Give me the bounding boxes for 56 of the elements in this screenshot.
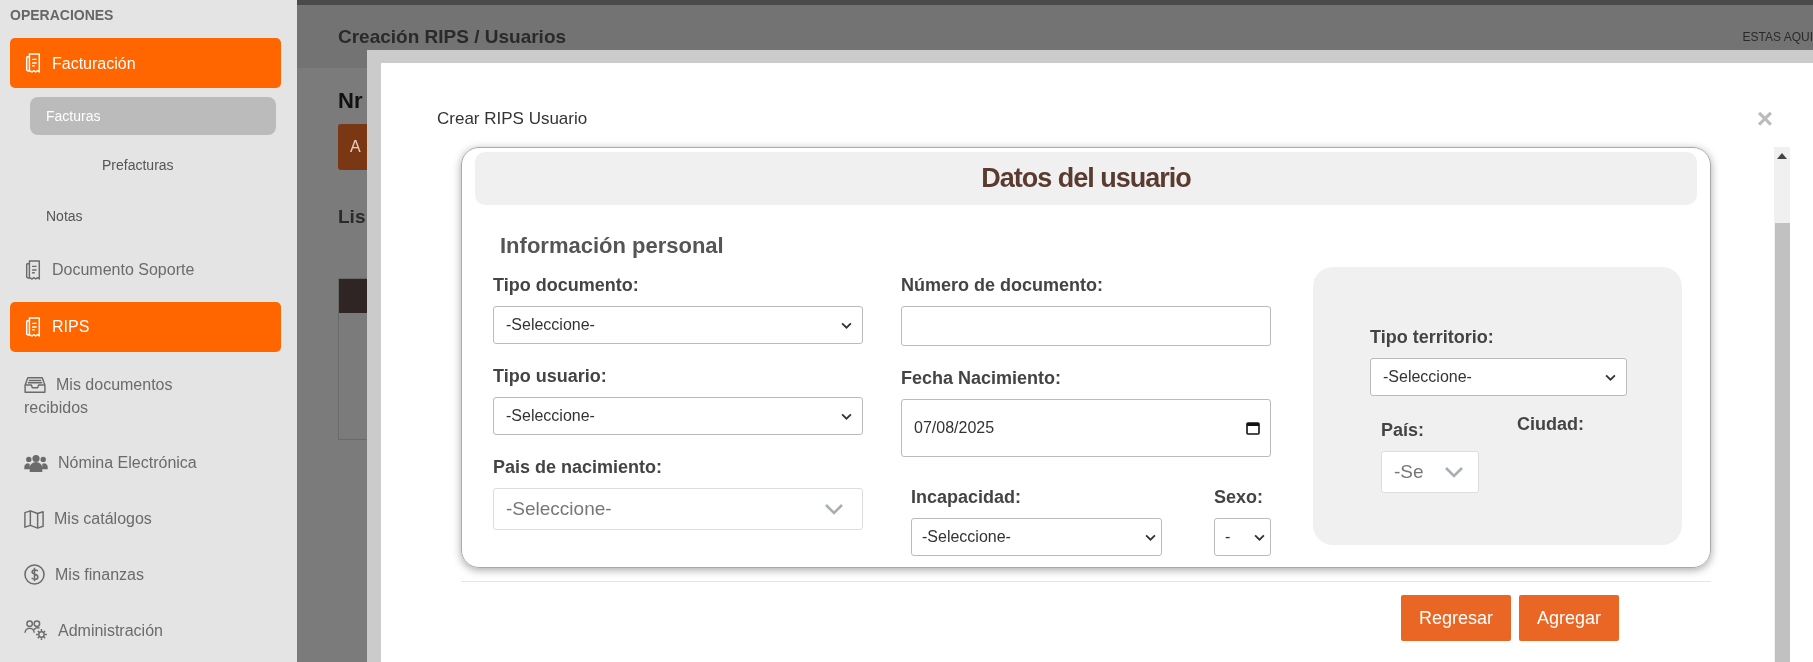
field-label: Ciudad:	[1517, 414, 1584, 435]
section-subtitle: Información personal	[500, 233, 725, 259]
input-field[interactable]	[901, 306, 1271, 346]
dropdown[interactable]: -Seleccione-	[493, 306, 863, 344]
inbox-tray-icon	[24, 375, 46, 394]
sidebar-item[interactable]: Mis catálogos	[10, 495, 281, 542]
field-label: Tipo usuario:	[493, 366, 608, 387]
chevron-down-icon	[1605, 373, 1616, 381]
dropdown[interactable]: -Se	[1381, 451, 1479, 493]
chevron-down-icon	[1444, 466, 1464, 478]
dropdown[interactable]: -Seleccione-	[911, 518, 1162, 556]
sidebar-item[interactable]: Nómina Electrónica	[10, 439, 281, 487]
page-title: Nr	[338, 88, 364, 114]
receipt-icon	[24, 53, 42, 74]
location-label: ESTAS AQUI	[1742, 29, 1813, 44]
dropdown[interactable]: -	[1214, 518, 1271, 556]
field-label: Incapacidad:	[911, 487, 1023, 508]
sidebar-item[interactable]: RIPS	[10, 301, 281, 352]
submenu-item[interactable]: Notas	[30, 195, 276, 237]
users-icon	[24, 454, 48, 473]
users-gear-icon	[24, 620, 48, 641]
action-button[interactable]: Agregar	[1518, 595, 1619, 641]
dropdown[interactable]: -Seleccione-	[493, 488, 863, 530]
sidebar-item[interactable]: Facturación	[10, 38, 281, 88]
chevron-down-icon	[841, 412, 852, 420]
field-label: Pais de nacimiento:	[493, 457, 664, 478]
chevron-down-icon	[841, 321, 852, 329]
field-label: País:	[1381, 420, 1426, 441]
field-label: Sexo:	[1214, 487, 1265, 508]
map-icon	[24, 508, 44, 529]
receipt-icon	[24, 317, 42, 338]
sidebar-item[interactable]: Mis documentos recibidos	[10, 360, 281, 431]
action-button[interactable]: Regresar	[1400, 595, 1511, 641]
calendar-icon	[1246, 421, 1260, 435]
chevron-down-icon	[1145, 533, 1156, 541]
modal-title: Crear RIPS Usuario	[437, 109, 588, 129]
receipt-icon	[24, 259, 42, 280]
submenu-item[interactable]: Prefacturas	[86, 144, 276, 186]
field-label: Tipo documento:	[493, 275, 640, 296]
section-title: Lis	[338, 206, 367, 228]
field-label: Fecha Nacimiento:	[901, 368, 1063, 389]
chevron-down-icon	[1254, 533, 1265, 541]
sidebar-item[interactable]: Documento Soporte	[10, 246, 281, 293]
field-label: Tipo territorio:	[1370, 327, 1495, 348]
dropdown[interactable]: -Seleccione-	[493, 397, 863, 435]
card-title: Datos del usuario	[981, 163, 1191, 194]
sidebar-item[interactable]: Mis finanzas	[10, 550, 281, 598]
date-field[interactable]: 07/08/2025	[901, 399, 1271, 457]
scroll-up-icon[interactable]	[1777, 153, 1787, 159]
field-label: Número de documento:	[901, 275, 1104, 296]
sidebar-item[interactable]: Administración	[10, 606, 281, 654]
dropdown[interactable]: -Seleccione-	[1370, 358, 1627, 396]
sidebar-section-title: OPERACIONES	[10, 6, 115, 25]
breadcrumb: Creación RIPS / Usuarios	[338, 25, 567, 48]
chevron-down-icon	[824, 503, 844, 515]
dollar-circle-icon	[24, 564, 45, 586]
